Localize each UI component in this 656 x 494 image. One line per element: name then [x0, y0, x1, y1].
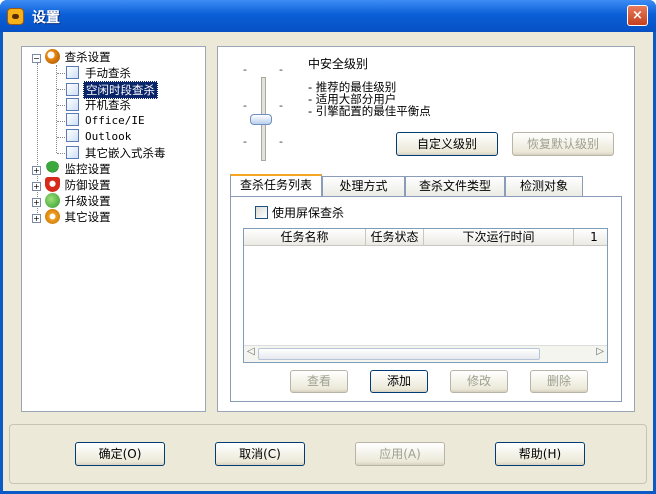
- tree-item-monitor-settings[interactable]: + 监控设置: [32, 161, 113, 177]
- col-extra[interactable]: 1: [574, 229, 607, 246]
- expand-icon[interactable]: +: [32, 214, 41, 223]
- tree-item-scan-settings[interactable]: − 查杀设置: [32, 49, 113, 65]
- app-logo-icon: [7, 8, 24, 25]
- document-icon: [66, 98, 79, 111]
- magnifier-icon: [44, 49, 60, 64]
- help-button[interactable]: 帮助(H): [495, 442, 585, 466]
- ok-button[interactable]: 确定(O): [75, 442, 165, 466]
- update-globe-icon: [44, 193, 60, 208]
- expand-icon[interactable]: +: [32, 182, 41, 191]
- settings-tree: − 查杀设置 手动查杀 空闲时段查杀 开机查杀 Office/IE Outloo…: [21, 46, 206, 412]
- tab-file-types[interactable]: 查杀文件类型: [405, 176, 505, 196]
- restore-default-button[interactable]: 恢复默认级别: [512, 132, 614, 156]
- slider-tick: -: [243, 135, 247, 148]
- tab-task-list[interactable]: 查杀任务列表: [230, 174, 322, 197]
- tree-item-embedded-scan[interactable]: 其它嵌入式杀毒: [66, 145, 168, 161]
- document-icon: [66, 146, 79, 159]
- document-icon: [66, 83, 79, 96]
- gear-icon: [44, 209, 60, 224]
- screensaver-scan-checkbox[interactable]: [255, 206, 268, 219]
- document-icon: [66, 66, 79, 79]
- idle-scan-panel: - - - - - - - - 中安全级别 - 推荐的最佳级别 - 适用大部分用…: [217, 46, 635, 412]
- apply-button[interactable]: 应用(A): [355, 442, 445, 466]
- scroll-thumb[interactable]: [258, 348, 540, 360]
- tree-item-update-settings[interactable]: + 升级设置: [32, 193, 113, 209]
- screensaver-scan-label: 使用屏保查杀: [272, 206, 345, 220]
- scroll-right-icon[interactable]: ▷: [596, 346, 604, 357]
- task-list-header: 任务名称 任务状态 下次运行时间 1: [244, 229, 607, 246]
- window-title: 设置: [32, 10, 60, 26]
- tree-item-defense-settings[interactable]: + 防御设置: [32, 177, 113, 193]
- cancel-button[interactable]: 取消(C): [215, 442, 305, 466]
- tree-item-other-settings[interactable]: + 其它设置: [32, 209, 113, 225]
- col-task-name[interactable]: 任务名称: [244, 229, 366, 246]
- document-icon: [66, 129, 79, 142]
- tree-item-boot-scan[interactable]: 开机查杀: [66, 97, 133, 113]
- col-task-status[interactable]: 任务状态: [366, 229, 424, 246]
- task-list[interactable]: 任务名称 任务状态 下次运行时间 1 ◁ ▷: [243, 228, 608, 363]
- expand-icon[interactable]: +: [32, 166, 41, 175]
- slider-tick: -: [243, 63, 247, 76]
- task-list-panel: 使用屏保查杀 任务名称 任务状态 下次运行时间 1 ◁ ▷ 查看 添加 修改 删…: [230, 196, 622, 402]
- security-level-title: 中安全级别: [308, 57, 369, 71]
- tab-detect-objects[interactable]: 检测对象: [505, 176, 583, 196]
- scroll-left-icon[interactable]: ◁: [247, 346, 255, 357]
- add-task-button[interactable]: 添加: [370, 370, 428, 393]
- collapse-icon[interactable]: −: [32, 54, 41, 63]
- umbrella-icon: [44, 161, 60, 176]
- slider-tick: -: [279, 63, 283, 76]
- close-button[interactable]: ×: [627, 5, 648, 26]
- shield-icon: [44, 177, 60, 192]
- col-next-run[interactable]: 下次运行时间: [424, 229, 574, 246]
- tree-item-manual-scan[interactable]: 手动查杀: [66, 65, 133, 81]
- tree-item-outlook[interactable]: Outlook: [66, 129, 133, 145]
- expand-icon[interactable]: +: [32, 198, 41, 207]
- tree-item-idle-scan[interactable]: 空闲时段查杀: [66, 81, 158, 99]
- settings-window: 设置 × − 查杀设置 手动查杀 空闲时段查杀 开机查杀 Office/IE O…: [0, 0, 656, 494]
- slider-thumb[interactable]: [250, 114, 272, 125]
- level-description: - 推荐的最佳级别 - 适用大部分用户 - 引擎配置的最佳平衡点: [308, 81, 431, 117]
- level-desc-line: - 引擎配置的最佳平衡点: [308, 104, 431, 118]
- title-bar[interactable]: 设置 ×: [0, 0, 656, 32]
- document-icon: [66, 113, 79, 126]
- slider-tick: -: [279, 99, 283, 112]
- slider-tick: -: [243, 99, 247, 112]
- horizontal-scrollbar[interactable]: ◁ ▷: [244, 345, 607, 362]
- slider-tick: -: [279, 135, 283, 148]
- delete-task-button[interactable]: 删除: [530, 370, 588, 393]
- dialog-body: − 查杀设置 手动查杀 空闲时段查杀 开机查杀 Office/IE Outloo…: [3, 32, 653, 491]
- tab-handling[interactable]: 处理方式: [322, 176, 405, 196]
- tree-item-office-ie[interactable]: Office/IE: [66, 113, 147, 129]
- view-task-button[interactable]: 查看: [290, 370, 348, 393]
- custom-level-button[interactable]: 自定义级别: [396, 132, 498, 156]
- modify-task-button[interactable]: 修改: [450, 370, 508, 393]
